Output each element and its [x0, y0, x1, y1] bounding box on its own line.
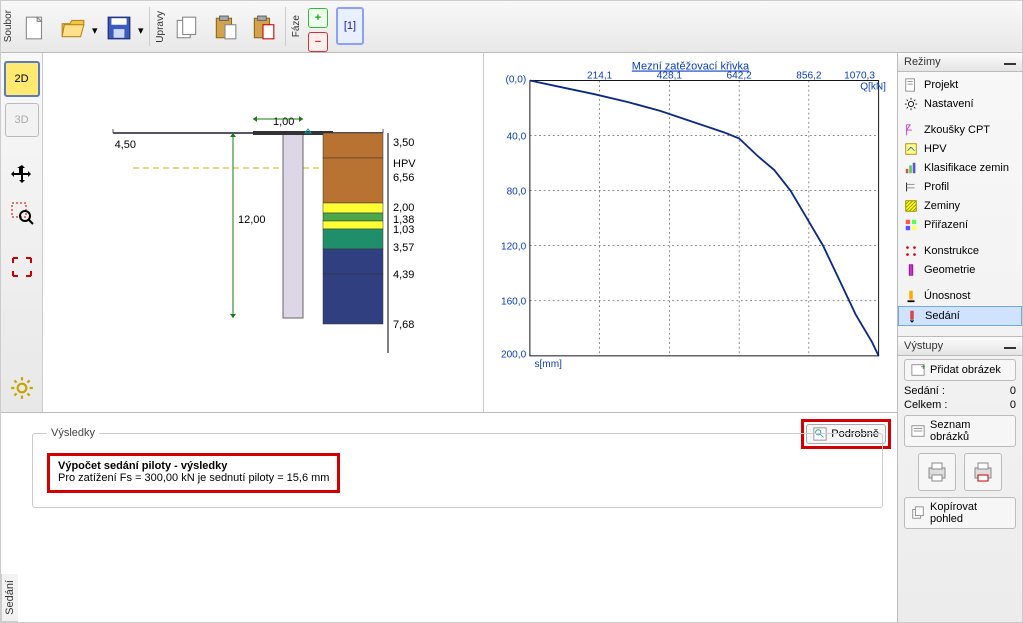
results-highlight: Výpočet sedání piloty - výsledky Pro zat…	[47, 453, 340, 493]
zoom-fit-button[interactable]	[6, 251, 38, 283]
mode-item-nastavení[interactable]: Nastavení	[898, 95, 1022, 113]
mode-item-konstrukce[interactable]: Konstrukce	[898, 242, 1022, 260]
svg-text:856,2: 856,2	[796, 71, 822, 82]
save-button[interactable]	[100, 9, 138, 47]
svg-text:200,0: 200,0	[501, 350, 527, 361]
results-fieldset: Výsledky Výpočet sedání piloty - výsledk…	[32, 427, 883, 508]
results-title: Výpočet sedání piloty - výsledky	[58, 460, 329, 472]
modes-header: Režimy	[898, 53, 1022, 72]
mode-item-sedání[interactable]: Sedání	[898, 306, 1022, 326]
svg-text:12,00: 12,00	[238, 214, 266, 226]
right-panel: Režimy ProjektNastavení Zkoušky CPTHPVKla…	[897, 53, 1022, 622]
svg-text:1,03: 1,03	[393, 224, 414, 236]
copy-button[interactable]	[168, 9, 206, 47]
bottom-panel: Sedání Podrobně Výsledky Výpočet sedání …	[1, 412, 897, 622]
results-line: Pro zatížení Fs = 300,00 kN je sednutí p…	[58, 472, 329, 484]
svg-text:642,2: 642,2	[727, 71, 753, 82]
svg-text:160,0: 160,0	[501, 296, 527, 307]
pile-drawing: 1,00 4,50 12,00 3,50 HPV 6,56 2,00 1,38 …	[43, 53, 484, 412]
svg-text:+: +	[921, 363, 925, 372]
add-image-button[interactable]: + Přidat obrázek	[904, 359, 1016, 381]
modes-tree: ProjektNastavení Zkoušky CPTHPVKlasifikac…	[898, 72, 1022, 330]
load-settlement-chart: Mezní zatěžovací křivka (0,0) 214,1 428,…	[484, 53, 897, 412]
svg-text:HPV: HPV	[393, 158, 416, 170]
copy-view-button[interactable]: Kopírovat pohled	[904, 497, 1016, 529]
toolbar-group-phase: Fáze	[289, 1, 304, 52]
view-2d-button[interactable]: 2D	[4, 61, 40, 97]
outputs-sedani-row: Sedání :0	[898, 384, 1022, 398]
minimize-icon[interactable]	[1004, 59, 1016, 65]
svg-text:428,1: 428,1	[657, 71, 683, 82]
mode-item-hpv[interactable]: HPV	[898, 140, 1022, 158]
add-phase-button[interactable]: +	[308, 8, 328, 28]
print-button[interactable]	[918, 453, 956, 491]
results-legend: Výsledky	[47, 427, 99, 439]
mode-item-přiřazení[interactable]: Přiřazení	[898, 216, 1022, 234]
svg-text:120,0: 120,0	[501, 241, 527, 252]
outputs-header: Výstupy	[898, 337, 1022, 356]
svg-text:4,50: 4,50	[115, 139, 136, 151]
svg-text:4,39: 4,39	[393, 269, 414, 281]
toolbar-group-file: Soubor	[1, 1, 16, 52]
minimize-icon[interactable]	[1004, 343, 1016, 349]
main-viewport: 1,00 4,50 12,00 3,50 HPV 6,56 2,00 1,38 …	[43, 53, 897, 412]
mode-item-zeminy[interactable]: Zeminy	[898, 197, 1022, 215]
image-list-button[interactable]: Seznam obrázků	[904, 415, 1016, 447]
paste-button[interactable]	[206, 9, 244, 47]
svg-text:(0,0): (0,0)	[505, 74, 526, 85]
mode-item-klasifikace-zemin[interactable]: Klasifikace zemin	[898, 159, 1022, 177]
svg-text:s[mm]: s[mm]	[534, 359, 562, 370]
view-3d-button[interactable]: 3D	[5, 103, 39, 137]
move-tool-button[interactable]	[6, 159, 38, 191]
view-toolbar: 2D 3D	[1, 53, 43, 412]
svg-text:214,1: 214,1	[587, 71, 613, 82]
svg-text:80,0: 80,0	[507, 186, 527, 197]
svg-text:3,50: 3,50	[393, 137, 414, 149]
svg-text:1,00: 1,00	[273, 116, 294, 128]
outputs-panel: Výstupy + Přidat obrázek Sedání :0 Celke…	[898, 336, 1022, 532]
svg-text:3,57: 3,57	[393, 242, 414, 254]
toolbar-group-edit: Úpravy	[153, 1, 168, 52]
open-file-button[interactable]	[54, 9, 92, 47]
mode-item-geometrie[interactable]: Geometrie	[898, 261, 1022, 279]
outputs-total-row: Celkem :0	[898, 398, 1022, 412]
svg-text:Q[kN]: Q[kN]	[860, 82, 886, 93]
svg-text:6,56: 6,56	[393, 172, 414, 184]
mode-item-profil[interactable]: Profil	[898, 178, 1022, 196]
phase-1-tab[interactable]: [1]	[336, 7, 364, 45]
paste-special-button[interactable]	[244, 9, 282, 47]
mode-item-projekt[interactable]: Projekt	[898, 76, 1022, 94]
main-toolbar: Soubor ▾ ▾ Úpravy Fáze + − [1]	[1, 1, 1022, 53]
app-root: Soubor ▾ ▾ Úpravy Fáze + − [1] 2D 3D	[0, 0, 1023, 623]
print-color-button[interactable]	[964, 453, 1002, 491]
zoom-window-button[interactable]	[6, 197, 38, 229]
svg-text:7,68: 7,68	[393, 319, 414, 331]
settings-button[interactable]	[6, 372, 38, 404]
new-file-button[interactable]	[16, 9, 54, 47]
svg-text:1070,3: 1070,3	[844, 71, 875, 82]
svg-text:2,00: 2,00	[393, 202, 414, 214]
svg-text:40,0: 40,0	[507, 131, 527, 142]
remove-phase-button[interactable]: −	[308, 32, 328, 52]
mode-item-zkoušky-cpt[interactable]: Zkoušky CPT	[898, 121, 1022, 139]
bottom-tab-sedani[interactable]: Sedání	[1, 574, 18, 622]
mode-item-únosnost[interactable]: Únosnost	[898, 287, 1022, 305]
